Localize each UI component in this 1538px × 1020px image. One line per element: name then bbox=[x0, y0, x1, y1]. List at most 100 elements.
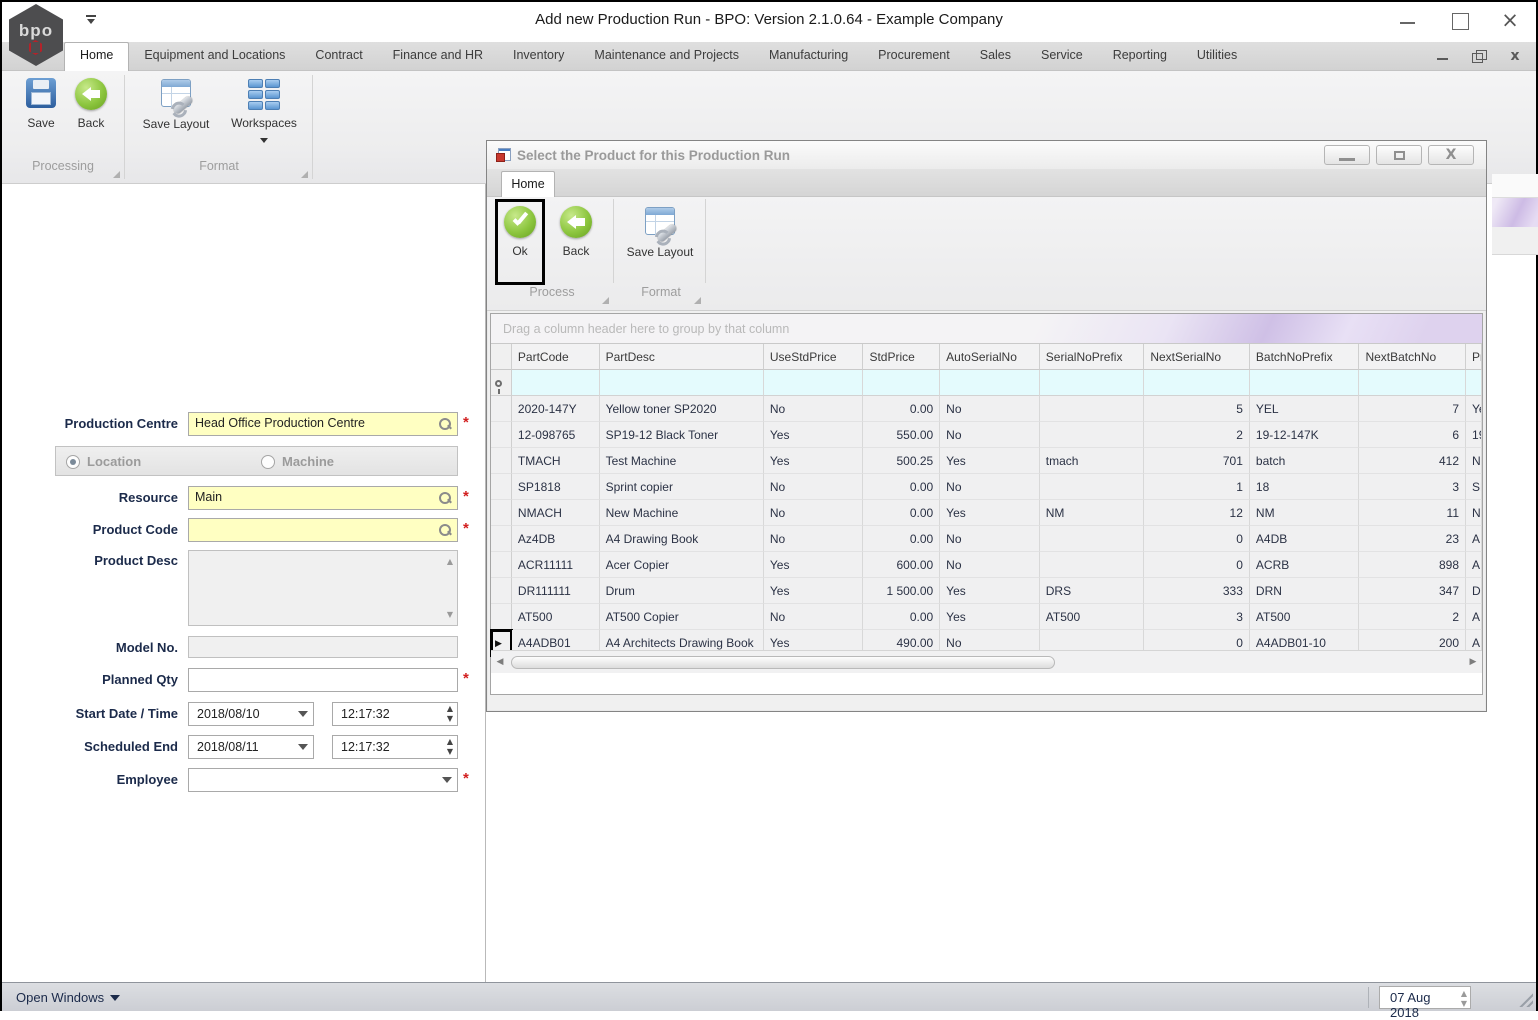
dialog-launcher-icon[interactable] bbox=[694, 297, 701, 304]
dialog-launcher-icon[interactable] bbox=[113, 171, 120, 178]
resource-field[interactable]: Main bbox=[188, 486, 458, 510]
table-row[interactable]: 2020-147YYellow toner SP2020No0.00No5YEL… bbox=[491, 396, 1482, 422]
dialog-launcher-icon[interactable] bbox=[301, 171, 308, 178]
dialog-tab-home[interactable]: Home bbox=[501, 171, 555, 197]
table-row[interactable]: NMACHNew MachineNo0.00YesNM12NM11N bbox=[491, 500, 1482, 526]
tab-equipment-and-locations[interactable]: Equipment and Locations bbox=[129, 42, 300, 71]
save-layout-button[interactable]: Save Layout bbox=[138, 76, 214, 131]
start-date-field[interactable]: 2018/08/10 bbox=[188, 702, 314, 726]
filter-cell-nextserialno[interactable] bbox=[1144, 370, 1250, 396]
tab-service[interactable]: Service bbox=[1026, 42, 1098, 71]
filter-cell-pr[interactable] bbox=[1466, 370, 1482, 396]
tab-inventory[interactable]: Inventory bbox=[498, 42, 579, 71]
filter-cell-nextbatchno[interactable] bbox=[1359, 370, 1466, 396]
scrollbar-thumb[interactable] bbox=[511, 656, 1055, 669]
column-header-batchnoprefix[interactable]: BatchNoPrefix bbox=[1250, 344, 1360, 370]
back-button[interactable]: Back bbox=[60, 76, 122, 130]
time-spinner[interactable]: ▲▼ bbox=[447, 705, 453, 723]
dialog-back-button[interactable]: Back bbox=[551, 204, 601, 258]
mdi-minimize-icon[interactable] bbox=[1434, 48, 1452, 64]
cell-partdesc: New Machine bbox=[600, 500, 764, 526]
table-row[interactable]: Az4DBA4 Drawing BookNo0.00No0A4DB23A bbox=[491, 526, 1482, 552]
cell-partcode: AT500 bbox=[512, 604, 600, 630]
minimize-button[interactable] bbox=[1390, 8, 1426, 34]
filter-cell-batchnoprefix[interactable] bbox=[1250, 370, 1360, 396]
table-row[interactable]: SP1818Sprint copierNo0.00No1183SP bbox=[491, 474, 1482, 500]
dialog-window-icon bbox=[496, 148, 511, 162]
filter-cell-partdesc[interactable] bbox=[600, 370, 764, 396]
start-time-field[interactable]: 12:17:32 ▲▼ bbox=[332, 702, 458, 726]
dialog-close-button[interactable]: X bbox=[1428, 145, 1474, 165]
mdi-close-icon[interactable]: x bbox=[1506, 48, 1524, 64]
scroll-right-icon[interactable]: ▶ bbox=[1464, 657, 1482, 667]
ok-button-highlight-annotation bbox=[495, 199, 545, 285]
tab-procurement[interactable]: Procurement bbox=[863, 42, 965, 71]
table-row[interactable]: ACR11111Acer CopierYes600.00No0ACRB898A bbox=[491, 552, 1482, 578]
tab-home[interactable]: Home bbox=[64, 42, 129, 71]
date-spinner[interactable]: ▲▼ bbox=[1461, 990, 1467, 1008]
scroll-up-icon[interactable]: ▲ bbox=[447, 557, 453, 566]
scroll-left-icon[interactable]: ◀ bbox=[491, 657, 509, 667]
column-header-autoserialno[interactable]: AutoSerialNo bbox=[940, 344, 1040, 370]
mdi-restore-icon[interactable] bbox=[1470, 48, 1488, 64]
cell-pr: A bbox=[1466, 604, 1482, 630]
horizontal-scrollbar[interactable]: ◀ ▶ bbox=[491, 650, 1482, 673]
filter-cell-partcode[interactable] bbox=[512, 370, 600, 396]
end-time-field[interactable]: 12:17:32 ▲▼ bbox=[332, 735, 458, 759]
column-header-nextbatchno[interactable]: NextBatchNo bbox=[1359, 344, 1466, 370]
tab-contract[interactable]: Contract bbox=[300, 42, 377, 71]
close-button[interactable]: × bbox=[1492, 8, 1528, 34]
search-icon[interactable] bbox=[438, 523, 452, 537]
resize-grip[interactable] bbox=[1517, 991, 1533, 1007]
tab-manufacturing[interactable]: Manufacturing bbox=[754, 42, 863, 71]
group-by-panel[interactable]: Drag a column header here to group by th… bbox=[491, 314, 1482, 344]
column-header-pr[interactable]: Pr bbox=[1466, 344, 1482, 370]
dialog-minimize-button[interactable] bbox=[1324, 145, 1370, 165]
column-header-usestdprice[interactable]: UseStdPrice bbox=[764, 344, 864, 370]
planned-qty-field[interactable] bbox=[188, 668, 458, 692]
dialog-maximize-button[interactable] bbox=[1376, 145, 1422, 165]
bpo-logo-text: bpo bbox=[19, 21, 53, 41]
column-header-partdesc[interactable]: PartDesc bbox=[600, 344, 764, 370]
tab-maintenance-and-projects[interactable]: Maintenance and Projects bbox=[579, 42, 754, 71]
column-header-partcode[interactable]: PartCode bbox=[512, 344, 600, 370]
tab-sales[interactable]: Sales bbox=[965, 42, 1026, 71]
search-icon[interactable] bbox=[438, 417, 452, 431]
cell-batchnoprefix: YEL bbox=[1250, 396, 1360, 422]
dialog-save-layout-button[interactable]: Save Layout bbox=[621, 204, 699, 259]
workspaces-button[interactable]: Workspaces bbox=[224, 76, 304, 148]
dialog-launcher-icon[interactable] bbox=[602, 297, 609, 304]
tab-utilities[interactable]: Utilities bbox=[1182, 42, 1252, 71]
filter-cell-usestdprice[interactable] bbox=[764, 370, 864, 396]
tab-finance-and-hr[interactable]: Finance and HR bbox=[378, 42, 498, 71]
table-row[interactable]: AT500AT500 CopierNo0.00YesAT5003AT5002A bbox=[491, 604, 1482, 630]
scroll-down-icon[interactable]: ▼ bbox=[447, 610, 453, 619]
search-icon[interactable] bbox=[438, 491, 452, 505]
cell-partdesc: Drum bbox=[600, 578, 764, 604]
filter-cell-autoserialno[interactable] bbox=[940, 370, 1040, 396]
table-row[interactable]: DR111111DrumYes1 500.00YesDRS333DRN347D bbox=[491, 578, 1482, 604]
cell-autoserialno: Yes bbox=[940, 500, 1040, 526]
production-centre-field[interactable]: Head Office Production Centre bbox=[188, 412, 458, 436]
cell-partdesc: AT500 Copier bbox=[600, 604, 764, 630]
product-code-field[interactable] bbox=[188, 518, 458, 542]
scrollbar-track[interactable] bbox=[509, 656, 1464, 669]
row-indicator bbox=[491, 500, 512, 526]
machine-radio[interactable]: Machine bbox=[261, 454, 334, 469]
end-date-field[interactable]: 2018/08/11 bbox=[188, 735, 314, 759]
statusbar-date-field[interactable]: 07 Aug 2018 ▲▼ bbox=[1379, 986, 1471, 1009]
filter-cell-stdprice[interactable] bbox=[863, 370, 940, 396]
table-row[interactable]: 12-098765SP19-12 Black TonerYes550.00No2… bbox=[491, 422, 1482, 448]
employee-field[interactable] bbox=[188, 768, 458, 792]
maximize-button[interactable] bbox=[1442, 8, 1478, 34]
location-radio[interactable]: Location bbox=[66, 454, 141, 469]
table-row[interactable]: TMACHTest MachineYes500.25Yestmach701bat… bbox=[491, 448, 1482, 474]
open-windows-button[interactable]: Open Windows bbox=[16, 990, 120, 1005]
time-spinner[interactable]: ▲▼ bbox=[447, 738, 453, 756]
filter-cell-serialnoprefix[interactable] bbox=[1040, 370, 1145, 396]
tab-reporting[interactable]: Reporting bbox=[1098, 42, 1182, 71]
column-header-stdprice[interactable]: StdPrice bbox=[863, 344, 940, 370]
cell-usestdprice: Yes bbox=[764, 552, 864, 578]
column-header-serialnoprefix[interactable]: SerialNoPrefix bbox=[1040, 344, 1145, 370]
column-header-nextserialno[interactable]: NextSerialNo bbox=[1144, 344, 1250, 370]
